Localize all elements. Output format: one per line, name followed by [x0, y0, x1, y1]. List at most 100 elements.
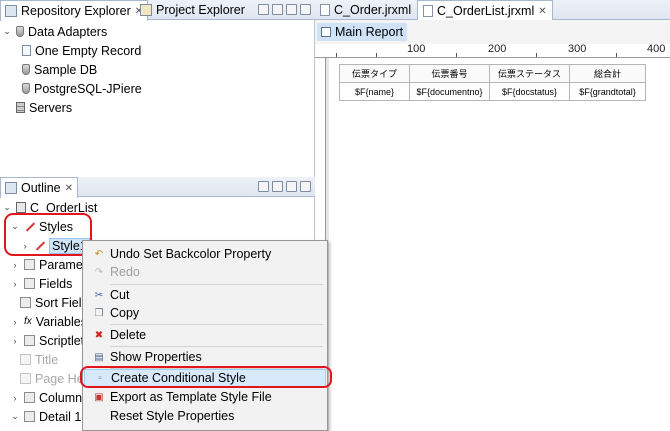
tree-item-postgresql-jpiere[interactable]: PostgreSQL-JPiere: [22, 79, 142, 98]
outline-toolbar: [258, 181, 311, 192]
sort-icon[interactable]: [258, 181, 269, 192]
tree-item-servers[interactable]: Servers: [2, 98, 72, 117]
table-row: $F{name} $F{documentno} $F{docstatus} $F…: [339, 82, 646, 101]
expanded-chevron-icon[interactable]: ⌄: [10, 411, 20, 422]
close-icon[interactable]: ✕: [538, 6, 546, 17]
tab-outline-label: Outline: [21, 181, 61, 195]
minimize-icon[interactable]: [286, 181, 297, 192]
menu-item-cut[interactable]: ✂ Cut: [84, 286, 326, 304]
project-icon: [140, 4, 152, 16]
menu-item-label: Undo Set Backcolor Property: [110, 247, 272, 261]
menu-item-export-template[interactable]: ▣ Export as Template Style File: [84, 388, 326, 406]
tab-c-orderlist[interactable]: C_OrderList.jrxml ✕: [417, 0, 553, 21]
outline-detail-1[interactable]: ⌄ Detail 1: [10, 407, 81, 426]
table-header-cell[interactable]: 伝票タイプ: [339, 64, 410, 83]
table-field-cell[interactable]: $F{documentno}: [409, 82, 490, 101]
maximize-icon[interactable]: [300, 181, 311, 192]
ruler-label: 200: [488, 43, 507, 55]
menu-item-redo[interactable]: ↷ Redo: [84, 263, 326, 281]
menu-item-label: Copy: [110, 306, 140, 320]
redo-icon: ↷: [94, 266, 104, 278]
breadcrumb-label: Main Report: [335, 25, 404, 39]
server-icon: [16, 102, 25, 113]
close-icon[interactable]: ✕: [65, 183, 73, 194]
expanded-chevron-icon[interactable]: ⌄: [2, 26, 12, 37]
band-icon: [20, 373, 31, 384]
tab-repository-explorer[interactable]: Repository Explorer ✕: [0, 0, 149, 21]
tab-label: C_Order.jrxml: [334, 3, 412, 17]
link-icon[interactable]: [272, 4, 283, 15]
tab-project-label: Project Explorer: [156, 3, 245, 17]
repository-icon: [5, 5, 17, 17]
collapsed-chevron-icon[interactable]: ›: [10, 393, 20, 403]
context-menu: ↶ Undo Set Backcolor Property ↷ Redo ✂ C…: [82, 240, 328, 431]
collapse-icon[interactable]: [258, 4, 269, 15]
collapsed-chevron-icon[interactable]: ›: [10, 317, 20, 327]
tab-project-explorer[interactable]: Project Explorer: [136, 0, 249, 20]
variables-icon: fx: [24, 316, 32, 327]
band-icon: [24, 411, 35, 422]
expanded-chevron-icon[interactable]: ⌄: [2, 202, 12, 213]
fields-icon: [24, 278, 35, 289]
copy-icon: ❐: [94, 307, 104, 319]
outline-tabbar: Outline ✕: [0, 177, 315, 198]
menu-separator: [110, 284, 323, 285]
database-icon: [16, 26, 24, 37]
jrxml-file-icon: [320, 4, 330, 16]
tree-item-label: Servers: [29, 100, 73, 115]
table-header-cell[interactable]: 伝票ステータス: [489, 64, 570, 83]
tree-item-label: Data Adapters: [28, 24, 108, 39]
menu-item-reset-style[interactable]: Reset Style Properties: [84, 407, 326, 425]
jrxml-file-icon: [423, 5, 433, 17]
menu-item-label: Export as Template Style File: [110, 390, 272, 404]
tab-label: C_OrderList.jrxml: [437, 4, 535, 18]
collapsed-chevron-icon[interactable]: ›: [10, 279, 20, 289]
outline-scriptlets[interactable]: › Scriptlets: [10, 331, 91, 350]
menu-item-show-properties[interactable]: ▤ Show Properties: [84, 348, 326, 366]
menu-item-label: Show Properties: [110, 350, 202, 364]
cut-icon: ✂: [94, 289, 104, 301]
table-field-cell[interactable]: $F{docstatus}: [489, 82, 570, 101]
tab-c-order[interactable]: C_Order.jrxml: [315, 0, 416, 20]
tree-item-one-empty-record[interactable]: One Empty Record: [22, 41, 141, 60]
band-icon: [20, 354, 31, 365]
database-icon: [22, 83, 30, 94]
report-icon: [16, 202, 26, 213]
menu-item-label: Reset Style Properties: [110, 409, 235, 423]
export-icon: ▣: [94, 391, 104, 403]
report-canvas[interactable]: 伝票タイプ 伝票番号 伝票ステータス 総合計 $F{name} $F{docum…: [329, 58, 670, 431]
repository-toolbar: [258, 4, 311, 15]
table-header-cell[interactable]: 総合計: [569, 64, 646, 83]
collapsed-chevron-icon[interactable]: ›: [10, 260, 20, 270]
repository-tabbar: Repository Explorer ✕ Project Explorer: [0, 0, 315, 21]
menu-item-delete[interactable]: ✖ Delete: [84, 326, 326, 344]
tree-item-sample-db[interactable]: Sample DB: [22, 60, 97, 79]
parameters-icon: [24, 259, 35, 270]
scriptlets-icon: [24, 335, 35, 346]
minimize-icon[interactable]: [286, 4, 297, 15]
table-field-cell[interactable]: $F{name}: [339, 82, 410, 101]
tree-item-label: One Empty Record: [35, 43, 142, 58]
table-header-row: 伝票タイプ 伝票番号 伝票ステータス 総合計: [339, 64, 646, 83]
table-header-cell[interactable]: 伝票番号: [409, 64, 490, 83]
outline-variables[interactable]: › fx Variables: [10, 312, 87, 331]
outline-fields[interactable]: › Fields: [10, 274, 73, 293]
breadcrumb-bar: Main Report: [315, 20, 670, 44]
menu-separator: [110, 324, 323, 325]
horizontal-ruler: 100 200 300 400: [315, 43, 670, 58]
breadcrumb-main-report[interactable]: Main Report: [317, 23, 408, 41]
annotation-ring-conditional-style: [80, 366, 332, 388]
menu-item-undo[interactable]: ↶ Undo Set Backcolor Property: [84, 245, 326, 263]
maximize-icon[interactable]: [300, 4, 311, 15]
menu-item-copy[interactable]: ❐ Copy: [84, 304, 326, 322]
adapter-icon: [22, 45, 31, 56]
outline-icon: [5, 182, 17, 194]
tree-item-data-adapters[interactable]: ⌄ Data Adapters: [2, 22, 107, 41]
tab-outline[interactable]: Outline ✕: [0, 177, 78, 198]
report-editor: C_Order.jrxml C_OrderList.jrxml ✕ Main R…: [315, 0, 670, 431]
outline-title[interactable]: Title: [20, 350, 58, 369]
annotation-ring-styles: [4, 213, 92, 256]
table-field-cell[interactable]: $F{grandtotal}: [569, 82, 646, 101]
collapsed-chevron-icon[interactable]: ›: [10, 336, 20, 346]
collapse-icon[interactable]: [272, 181, 283, 192]
